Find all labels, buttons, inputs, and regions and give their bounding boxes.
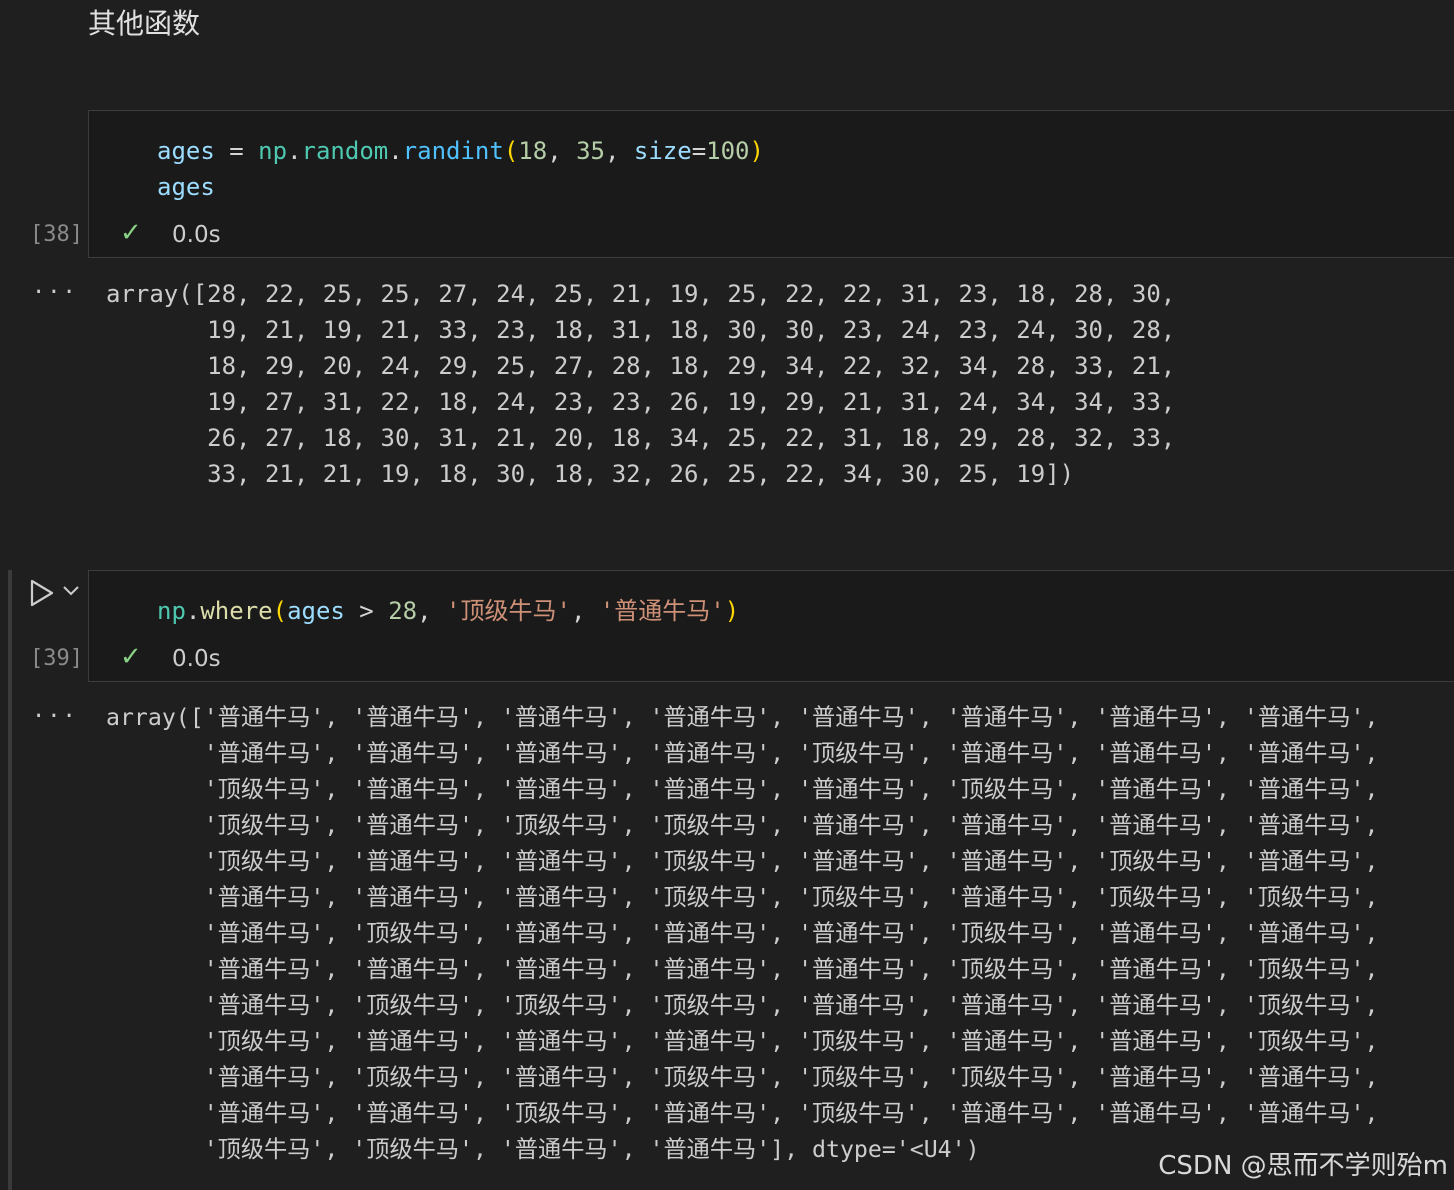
markdown-heading: 其他函数 <box>88 7 201 40</box>
code-token: , <box>547 137 577 165</box>
code-lines-38[interactable]: ages = np.random.randint(18, 35, size=10… <box>157 133 764 205</box>
code-token: > <box>344 597 389 625</box>
code-token: ) <box>749 137 764 165</box>
check-icon: ✓ <box>120 218 142 248</box>
code-token: ( <box>272 597 288 625</box>
chevron-down-icon[interactable] <box>62 584 80 598</box>
code-token: = <box>214 137 259 165</box>
code-token: ages <box>157 137 215 165</box>
output-ellipsis-button[interactable]: ··· <box>32 280 78 305</box>
cell-output: array([28, 22, 25, 25, 27, 24, 25, 21, 1… <box>106 280 1176 488</box>
code-token: , <box>570 597 600 625</box>
code-token: , <box>417 597 447 625</box>
code-token: 18 <box>518 137 548 165</box>
code-token: np <box>258 137 288 165</box>
code-token: ages <box>157 173 215 201</box>
code-token: ages <box>287 597 345 625</box>
code-token: where <box>200 597 273 625</box>
code-editor-39[interactable]: np.where(ages > 28, '顶级牛马', '普通牛马') <box>88 570 1454 682</box>
code-token: 28 <box>388 597 418 625</box>
output-ellipsis-button[interactable]: ··· <box>32 704 78 729</box>
cell-focus-indicator <box>8 570 12 1190</box>
code-token: ( <box>503 137 519 165</box>
code-token: 100 <box>706 137 750 165</box>
code-token: size <box>633 137 692 165</box>
code-token: '顶级牛马' <box>446 597 571 625</box>
code-token: , <box>605 137 634 165</box>
execution-count: [38] <box>30 222 83 247</box>
code-token: . <box>185 597 201 625</box>
code-token: random <box>301 137 389 165</box>
cell-output: array(['普通牛马', '普通牛马', '普通牛马', '普通牛马', '… <box>106 704 1379 1163</box>
watermark: CSDN @思而不学则殆m <box>1158 1151 1448 1181</box>
code-token: . <box>287 137 302 165</box>
code-token: np <box>157 597 186 625</box>
code-token: . <box>388 137 403 165</box>
code-editor-38[interactable]: ages = np.random.randint(18, 35, size=10… <box>88 110 1454 258</box>
execution-duration: 0.0s <box>172 646 221 672</box>
check-icon: ✓ <box>120 642 142 672</box>
code-token: randint <box>402 137 504 165</box>
code-lines-39[interactable]: np.where(ages > 28, '顶级牛马', '普通牛马') <box>157 593 739 629</box>
play-icon[interactable] <box>26 578 56 608</box>
code-token: ) <box>724 597 740 625</box>
code-token: '普通牛马' <box>599 597 725 625</box>
execution-duration: 0.0s <box>172 222 221 248</box>
execution-count: [39] <box>30 646 83 671</box>
code-token: 35 <box>576 137 605 165</box>
code-token: = <box>691 137 707 165</box>
